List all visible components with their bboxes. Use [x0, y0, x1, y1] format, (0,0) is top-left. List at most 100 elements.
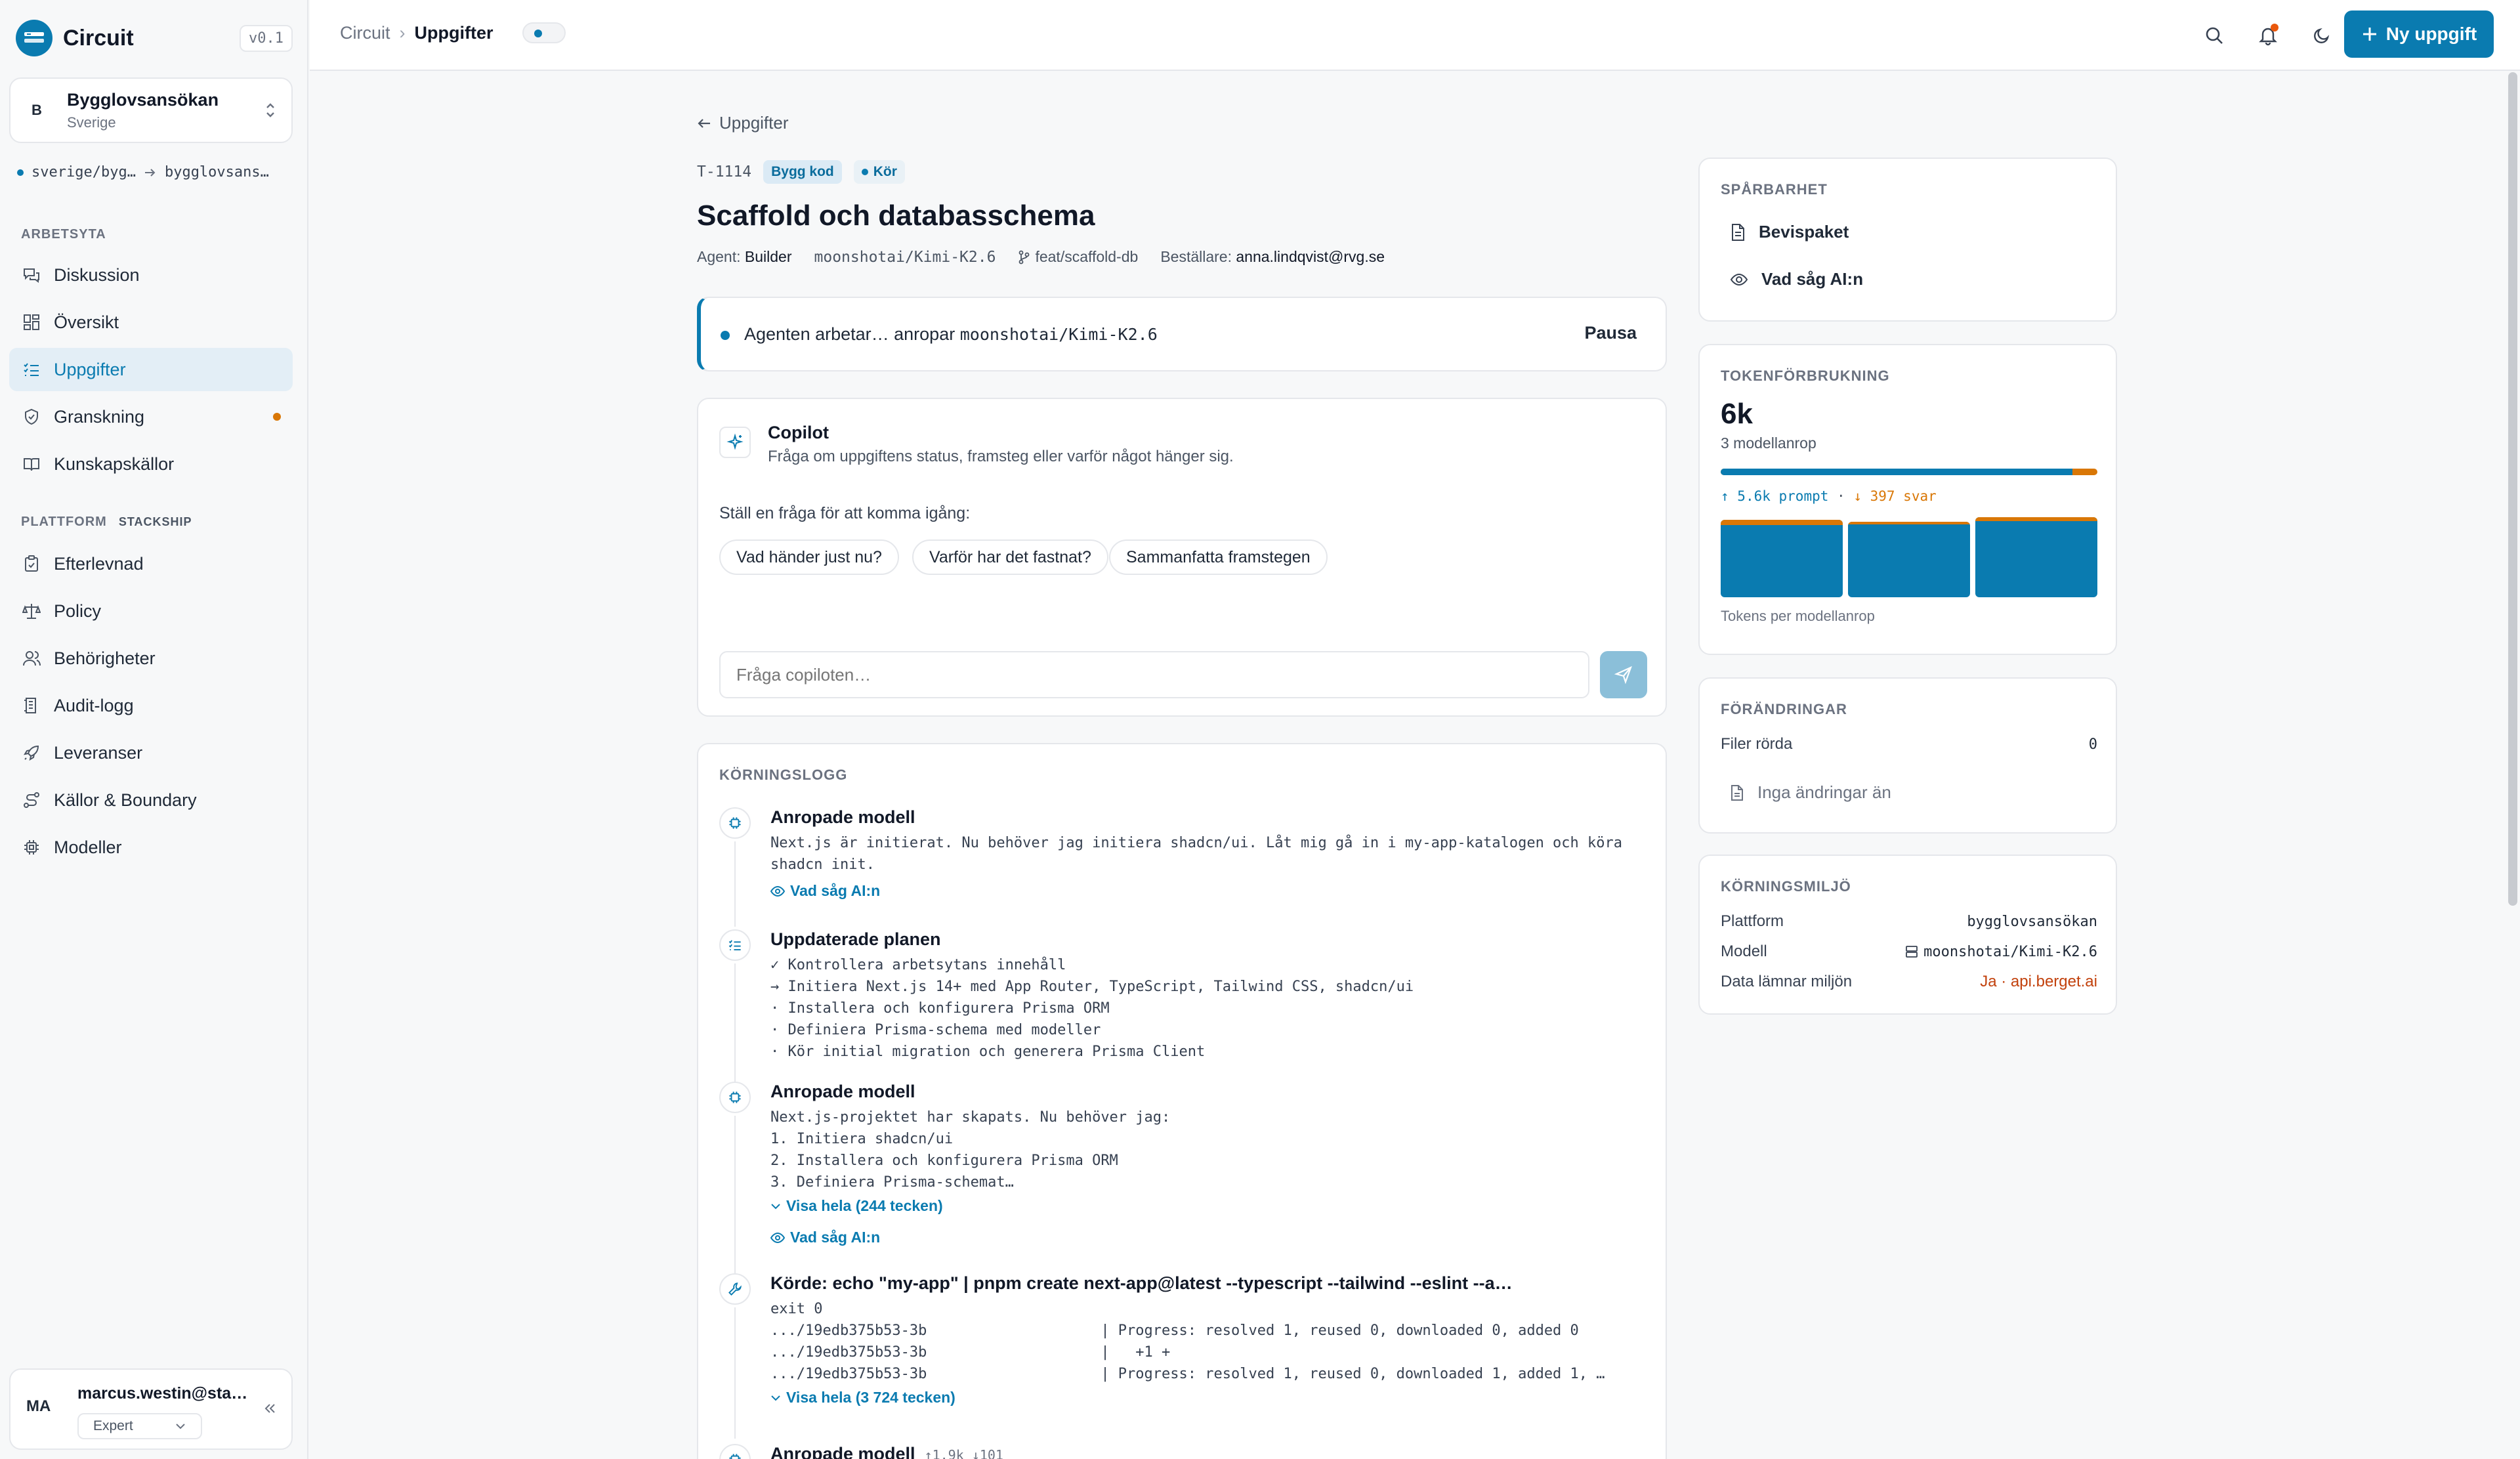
suggestion-button[interactable]: Vad händer just nu?: [719, 539, 899, 575]
user-menu[interactable]: MA marcus.westin@sta… Expert: [9, 1368, 293, 1450]
scale-icon: [21, 601, 42, 622]
project-switcher[interactable]: B Bygglovsansökan Sverige: [9, 77, 293, 143]
log-entry-body: Next.js är initierat. Nu behöver jag ini…: [770, 835, 1623, 873]
breadcrumb-root[interactable]: Circuit: [340, 23, 390, 43]
copilot-hint: Ställ en fråga för att komma igång:: [719, 504, 971, 522]
suggestion-button[interactable]: Sammanfatta framstegen: [1109, 539, 1328, 575]
project-avatar: B: [32, 102, 42, 118]
sidebar-item-efterlevnad[interactable]: Efterlevnad: [9, 542, 293, 585]
role-select[interactable]: Expert: [77, 1413, 202, 1439]
send-button[interactable]: [1600, 651, 1647, 698]
sidebar: Circuit v0.1 B Bygglovsansökan Sverige s…: [0, 0, 308, 1459]
eye-icon: [770, 1232, 785, 1243]
page-title: Scaffold och databasschema: [697, 200, 1095, 232]
model-call-count: 3 modellanrop: [1721, 434, 1816, 452]
status-dot: [861, 169, 868, 175]
sidebar-item-granskning[interactable]: Granskning: [9, 395, 293, 438]
scrollbar[interactable]: [2508, 72, 2517, 906]
sidebar-item-diskussion[interactable]: Diskussion: [9, 253, 293, 297]
log-entry-title: Anropade modell ↑1.9k ↓101: [770, 1444, 1003, 1459]
bell-icon[interactable]: [2255, 22, 2281, 49]
token-chart-caption: Tokens per modellanrop: [1721, 608, 1875, 624]
sidebar-item-behorigheter[interactable]: Behörigheter: [9, 637, 293, 680]
orderer-info: Beställare: anna.lindqvist@rvg.se: [1160, 248, 1385, 265]
search-icon[interactable]: [2201, 22, 2227, 49]
files-touched-row: Filer rörda 0: [1721, 735, 2097, 753]
plus-icon: [2361, 26, 2378, 43]
users-icon: [21, 648, 42, 669]
log-entry-title: Uppdaterade planen: [770, 929, 941, 949]
what-ai-saw-link[interactable]: Vad såg AI:n: [1730, 269, 1863, 289]
back-label: Uppgifter: [719, 113, 789, 133]
breadcrumb-separator: ›: [399, 22, 406, 43]
circuit-logo-icon[interactable]: [16, 20, 52, 56]
sidebar-item-label: Modeller: [54, 837, 122, 857]
token-split-bar: [1721, 469, 2097, 475]
sidebar-item-audit-logg[interactable]: Audit-logg: [9, 684, 293, 727]
user-email: marcus.westin@sta…: [77, 1384, 248, 1403]
project-region: Sverige: [67, 114, 116, 131]
back-link[interactable]: Uppgifter: [697, 113, 789, 133]
status-dot: [721, 331, 730, 340]
expand-link[interactable]: Visa hela (3 724 tecken): [770, 1389, 956, 1406]
shield-check-icon: [21, 406, 42, 427]
log-icon: [21, 695, 42, 716]
eye-icon: [1730, 273, 1748, 286]
token-legend: ↑ 5.6k prompt · ↓ 397 svar: [1721, 488, 1937, 504]
section-workspace: ARBETSYTA: [21, 227, 106, 242]
sidebar-item-label: Källor & Boundary: [54, 790, 197, 810]
expand-link[interactable]: Visa hela (244 tecken): [770, 1197, 943, 1215]
role-value: Expert: [93, 1418, 133, 1433]
log-entry: Anropade modell ↑1.9k ↓101: [719, 1444, 1651, 1459]
sidebar-item-leveranser[interactable]: Leveranser: [9, 731, 293, 774]
sidebar-item-label: Diskussion: [54, 264, 140, 285]
token-per-call-chart: [1721, 517, 2097, 597]
chevron-down-icon: [770, 1202, 781, 1210]
moon-icon[interactable]: [2309, 22, 2335, 49]
copilot-title: Copilot: [768, 423, 829, 442]
evidence-package-link[interactable]: Bevispaket: [1730, 222, 1849, 242]
section-platform: PLATTFORM STACKSHIP: [21, 515, 192, 529]
sidebar-item-kunskapskallor[interactable]: Kunskapskällor: [9, 442, 293, 486]
changes-heading: FÖRÄNDRINGAR: [1721, 701, 1847, 717]
breadcrumb-current: Uppgifter: [414, 22, 494, 43]
status-chip: Kör: [853, 160, 905, 184]
what-ai-saw-link[interactable]: Vad såg AI:n: [770, 882, 880, 900]
kind-chip: Bygg kod: [763, 160, 842, 184]
sidebar-item-oversikt[interactable]: Översikt: [9, 301, 293, 344]
sidebar-item-label: Översikt: [54, 312, 119, 332]
collapse-sidebar-icon[interactable]: [262, 1401, 277, 1416]
status-dot: [17, 169, 24, 176]
suggestion-button[interactable]: Varför har det fastnat?: [912, 539, 1108, 575]
copilot-input[interactable]: [719, 651, 1589, 698]
model-row: Modell moonshotai/Kimi-K2.6: [1721, 942, 2097, 960]
main-content: Uppgifter T-1114 Bygg kod Kör Scaffold o…: [310, 72, 2520, 1459]
sidebar-item-kallor-boundary[interactable]: Källor & Boundary: [9, 778, 293, 822]
new-task-button[interactable]: Ny uppgift: [2344, 11, 2494, 58]
sidebar-item-uppgifter[interactable]: Uppgifter: [9, 348, 293, 391]
view-toggle[interactable]: [522, 22, 566, 43]
sidebar-item-modeller[interactable]: Modeller: [9, 826, 293, 869]
sparkle-icon: [719, 427, 751, 458]
route-icon: [21, 790, 42, 811]
log-entry-body: exit 0 .../19edb375b53-3b | Progress: re…: [770, 1301, 1605, 1382]
log-entry: Anropade modell Next.js är initierat. Nu…: [719, 807, 1651, 927]
platform-row: Plattform bygglovsansökan: [1721, 912, 2097, 930]
cpu-icon: [21, 837, 42, 858]
agent-status-text: Agenten arbetar… anropar moonshotai/Kimi…: [744, 324, 1158, 344]
traceability-card: SPÅRBARHET Bevispaket Vad såg AI:n: [1698, 158, 2117, 322]
sidebar-item-policy[interactable]: Policy: [9, 589, 293, 633]
token-call-output-segment: [1721, 519, 1843, 525]
sidebar-item-label: Policy: [54, 601, 102, 621]
what-ai-saw-link[interactable]: Vad såg AI:n: [770, 1229, 880, 1246]
token-call-output-segment: [1975, 517, 2097, 522]
new-task-label: Ny uppgift: [2385, 24, 2477, 44]
environment-card: KÖRNINGSMILJÖ Plattform bygglovsansökan M…: [1698, 855, 2117, 1015]
log-entry: Uppdaterade planen ✓ Kontrollera arbetsy…: [719, 929, 1651, 1088]
arrow-left-icon: [697, 117, 711, 129]
file-icon: [1730, 784, 1744, 801]
workspace-path[interactable]: sverige/byg… bygglovsans…: [17, 164, 293, 180]
pause-button[interactable]: Pausa: [1584, 323, 1637, 343]
agent-status-banner: Agenten arbetar… anropar moonshotai/Kimi…: [697, 297, 1667, 371]
cpu-icon: [719, 1444, 751, 1459]
